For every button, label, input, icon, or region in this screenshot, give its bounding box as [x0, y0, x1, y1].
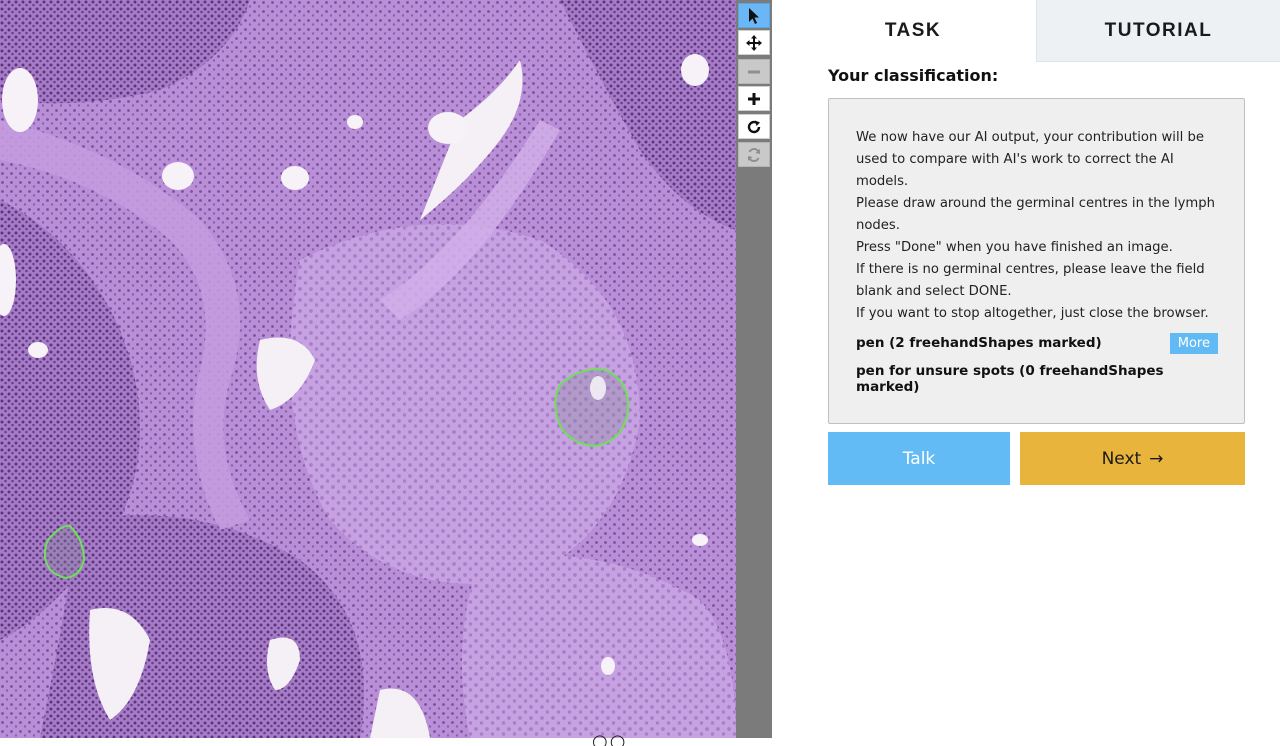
zoom-out-button[interactable] [738, 59, 770, 84]
plus-icon [747, 92, 761, 106]
classification-heading: Your classification: [828, 66, 999, 85]
pen-tool-option[interactable]: pen (2 freehandShapes marked) More [856, 331, 1218, 355]
reset-view-button[interactable] [738, 142, 770, 167]
instruction-line: We now have our AI output, your contribu… [856, 130, 1204, 189]
more-button[interactable]: More [1169, 332, 1218, 354]
pen-tool-label: pen (2 freehandShapes marked) [856, 335, 1102, 351]
instructions-text: We now have our AI output, your contribu… [856, 127, 1218, 325]
tab-task[interactable]: TASK [790, 0, 1036, 62]
freehand-shape-marking[interactable] [554, 368, 630, 448]
instruction-line: Please draw around the germinal centres … [856, 196, 1216, 233]
refresh-icon [746, 147, 762, 163]
minus-icon [747, 65, 761, 79]
talk-button[interactable]: Talk [828, 432, 1010, 485]
next-button[interactable]: Next → [1020, 432, 1245, 485]
unsure-pen-tool-option[interactable]: pen for unsure spots (0 freehandShapes m… [856, 363, 1218, 395]
select-tool-button[interactable] [738, 3, 770, 28]
rotate-button[interactable] [738, 114, 770, 139]
move-icon [745, 34, 763, 52]
rotate-icon [746, 119, 762, 135]
partial-icon-glyph: ○○ [592, 731, 628, 746]
next-label: Next [1101, 448, 1142, 469]
pointer-icon [747, 7, 761, 25]
image-viewer: ○○ [0, 0, 772, 746]
instruction-line: If you want to stop altogether, just clo… [856, 306, 1209, 321]
instruction-line: If there is no germinal centres, please … [856, 262, 1205, 299]
tab-tutorial[interactable]: TUTORIAL [1036, 0, 1280, 62]
classifier-panel: TASK TUTORIAL Your classification: We no… [790, 0, 1280, 746]
instruction-line: Press "Done" when you have finished an i… [856, 240, 1173, 255]
unsure-pen-tool-label: pen for unsure spots (0 freehandShapes m… [856, 363, 1164, 395]
arrow-right-icon: → [1149, 448, 1164, 469]
talk-label: Talk [902, 448, 936, 469]
tissue-image-canvas[interactable] [0, 0, 736, 738]
panel-tabs: TASK TUTORIAL [790, 0, 1280, 62]
viewer-toolbar [736, 0, 772, 738]
zoom-in-button[interactable] [738, 86, 770, 111]
task-instructions-box: We now have our AI output, your contribu… [828, 98, 1245, 424]
pan-tool-button[interactable] [738, 30, 770, 55]
